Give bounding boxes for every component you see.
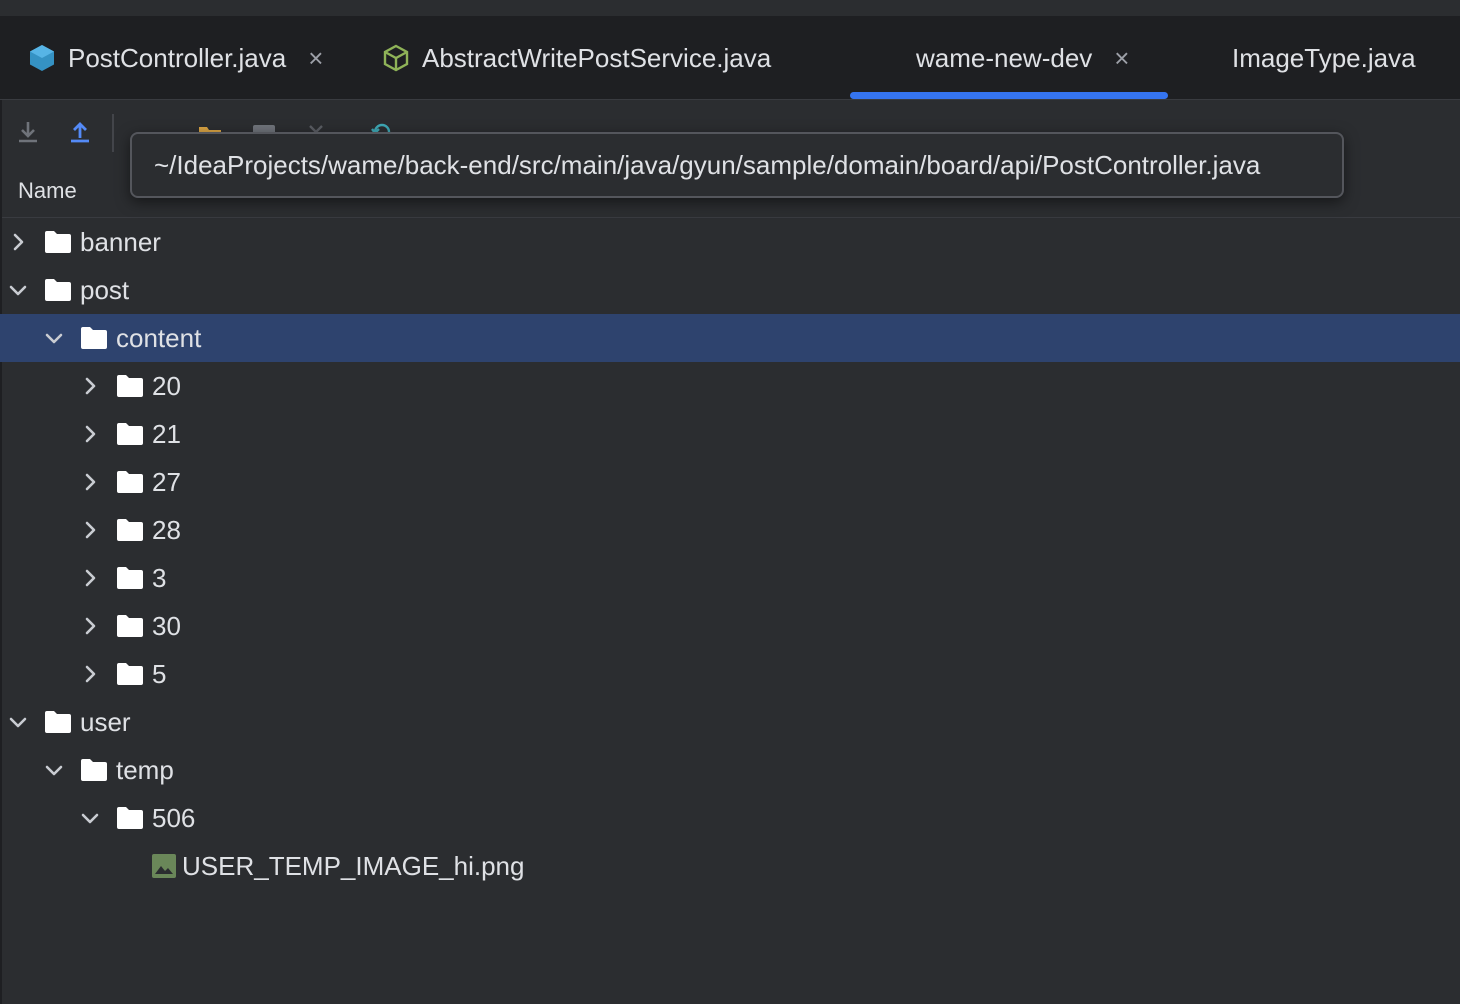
tree-folder-item[interactable]: 21 [0,410,1460,458]
column-name-header[interactable]: Name [18,178,77,204]
tab-label: ImageType.java [1232,43,1416,73]
chevron-right-icon[interactable] [78,614,102,638]
folder-icon [116,566,144,590]
close-icon[interactable]: × [308,43,323,74]
tree-item-label: 30 [152,611,181,641]
path-tooltip: ~/IdeaProjects/wame/back-end/src/main/ja… [130,132,1344,198]
java-class-icon [28,43,56,73]
tree-item-label: content [116,323,202,353]
folder-icon [116,662,144,686]
chevron-down-icon[interactable] [42,758,66,782]
tree-folder-item[interactable]: 3 [0,554,1460,602]
tree-folder-item[interactable]: 28 [0,506,1460,554]
tree-item-label: 20 [152,371,181,401]
tree-file-item[interactable]: USER_TEMP_IMAGE_hi.png [0,842,1460,890]
upload-icon[interactable] [66,118,94,146]
tree-item-label: 5 [152,659,167,689]
folder-icon [80,326,108,350]
close-icon[interactable]: × [1114,43,1129,74]
tree-item-label: 27 [152,467,181,497]
tree-folder-item[interactable]: 30 [0,602,1460,650]
tree-item-label: 506 [152,803,196,833]
folder-icon [44,710,72,734]
folder-icon [80,758,108,782]
chevron-right-icon[interactable] [78,422,102,446]
tooltip-path: ~/IdeaProjects/wame/back-end/src/main/ja… [154,150,1261,180]
tree-folder-item[interactable]: 27 [0,458,1460,506]
tree-item-label: 3 [152,563,167,593]
tab-label: PostController.java [68,43,287,73]
tree-folder-item[interactable]: temp [0,746,1460,794]
tree-item-label: banner [80,227,161,257]
chevron-down-icon[interactable] [6,710,30,734]
chevron-right-icon[interactable] [78,662,102,686]
abstract-class-icon [382,43,410,73]
tree-folder-item[interactable]: banner [0,218,1460,266]
chevron-down-icon[interactable] [78,806,102,830]
chevron-right-icon[interactable] [78,518,102,542]
tree-item-label: post [80,275,130,305]
tab-imagetype[interactable]: ImageType.java [1232,16,1416,100]
editor-tab-bar: PostController.java × AbstractWritePostS… [0,16,1460,100]
folder-icon [116,422,144,446]
tab-abstractwritepostservice[interactable]: AbstractWritePostService.java [382,16,771,100]
tab-label: wame-new-dev [916,43,1093,73]
tab-wame-new-dev[interactable]: wame-new-dev × [916,16,1129,100]
tree-folder-item[interactable]: 20 [0,362,1460,410]
folder-icon [44,230,72,254]
tree-folder-item[interactable]: 506 [0,794,1460,842]
chevron-down-icon[interactable] [6,278,30,302]
tree-item-label: 21 [152,419,181,449]
tree-item-label: USER_TEMP_IMAGE_hi.png [182,851,525,881]
active-tab-indicator [850,92,1168,99]
chevron-right-icon[interactable] [6,230,30,254]
tab-label: AbstractWritePostService.java [422,43,772,73]
tree-folder-item[interactable]: content [0,314,1460,362]
tree-folder-item[interactable]: 5 [0,650,1460,698]
download-icon[interactable] [14,118,42,146]
tree-item-label: user [80,707,131,737]
tab-postcontroller[interactable]: PostController.java × [28,16,323,100]
tree-folder-item[interactable]: user [0,698,1460,746]
chevron-right-icon[interactable] [78,566,102,590]
title-strip [0,0,1460,16]
folder-icon [44,278,72,302]
toolbar-separator [112,114,114,152]
chevron-down-icon[interactable] [42,326,66,350]
folder-icon [116,374,144,398]
folder-icon [116,614,144,638]
tree-item-label: 28 [152,515,181,545]
tree-folder-item[interactable]: post [0,266,1460,314]
folder-icon [116,470,144,494]
folder-icon [116,518,144,542]
image-file-icon [152,854,180,878]
tree-item-label: temp [116,755,174,785]
chevron-right-icon[interactable] [78,470,102,494]
folder-icon [116,806,144,830]
chevron-right-icon[interactable] [78,374,102,398]
